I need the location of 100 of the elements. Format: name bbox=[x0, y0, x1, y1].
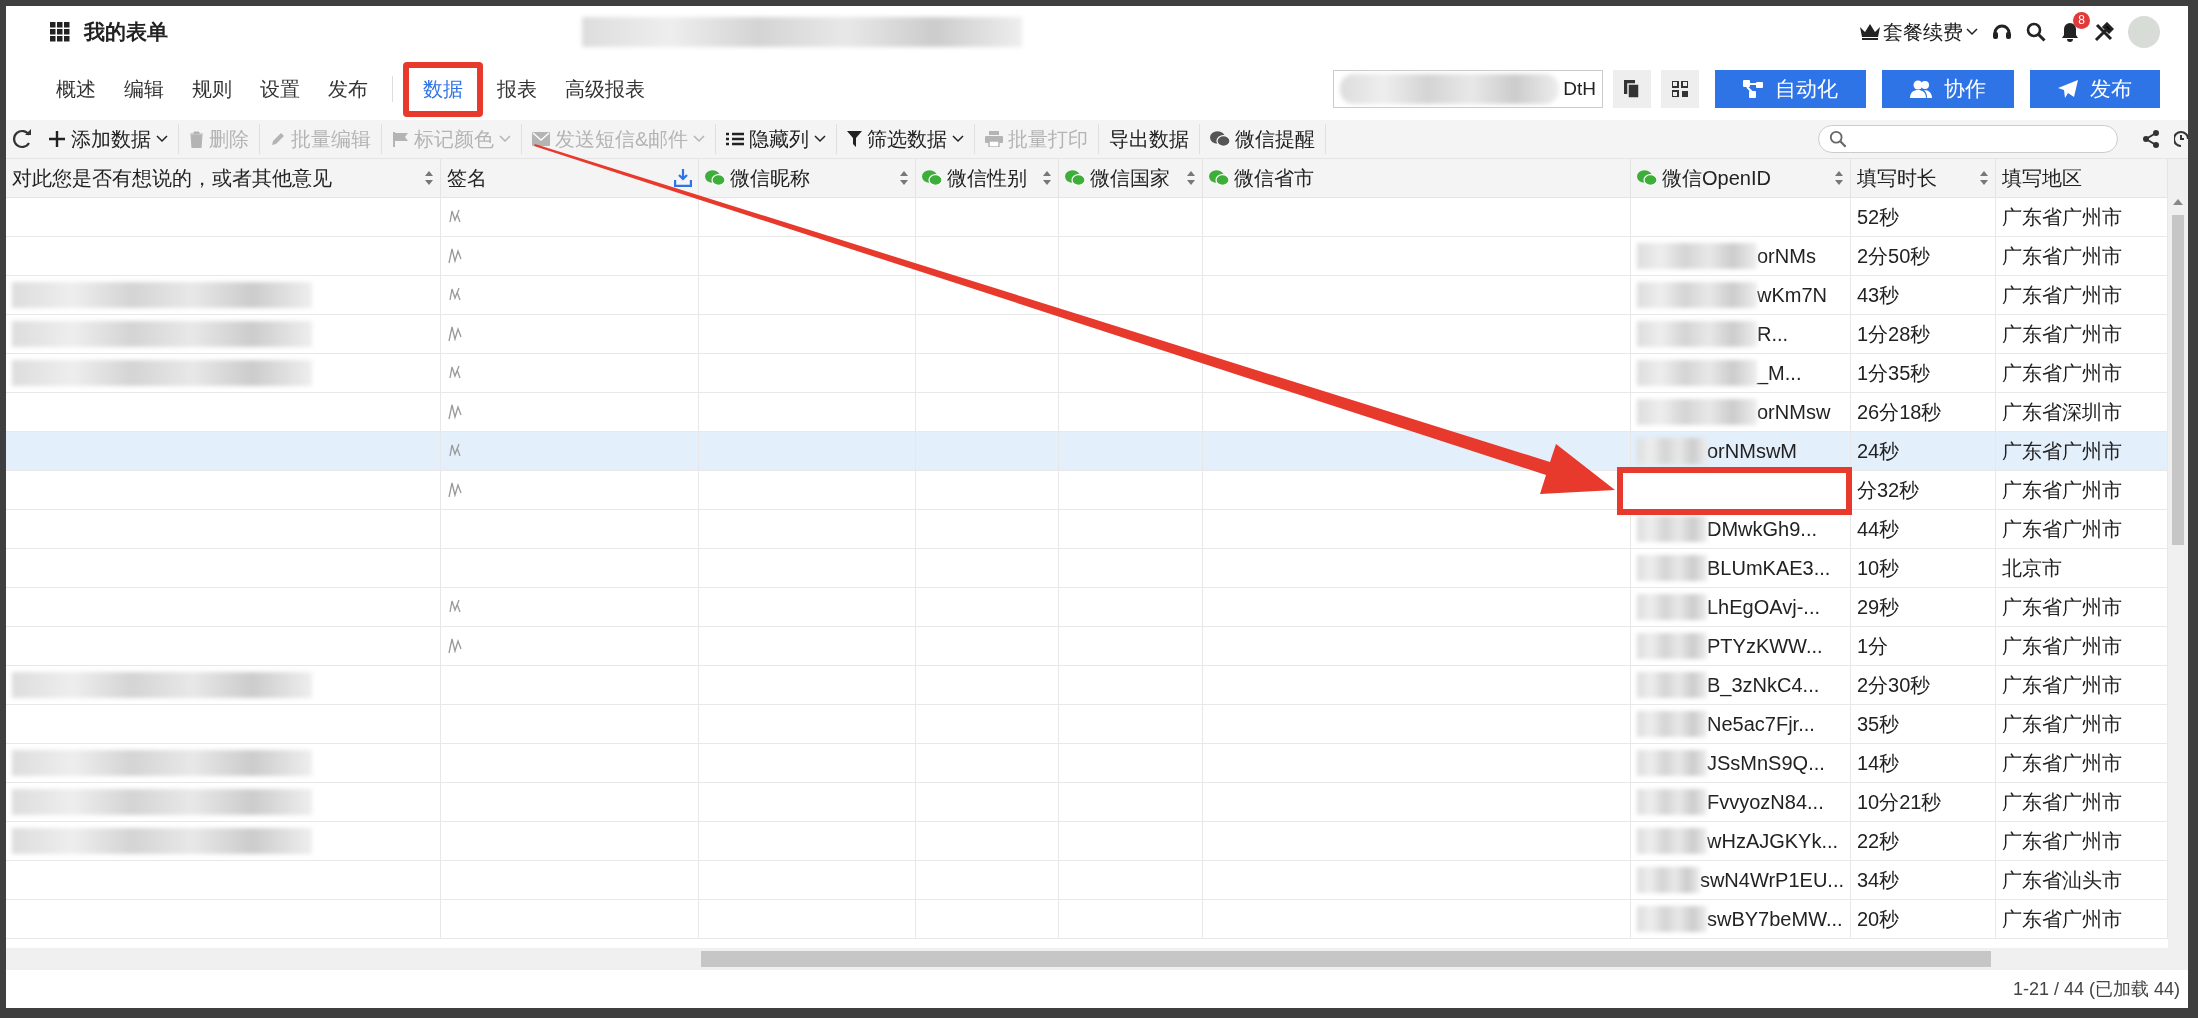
refresh-icon[interactable] bbox=[12, 129, 34, 149]
table-cell-text: 广东省广州市 bbox=[2002, 906, 2122, 932]
share-icon[interactable] bbox=[2142, 130, 2160, 148]
qr-code-icon bbox=[1672, 81, 1688, 97]
table-cell: LhEgOAvj-... bbox=[1707, 595, 1821, 619]
table-cell-text: 广东省深圳市 bbox=[2002, 399, 2122, 425]
blur-redaction bbox=[1637, 867, 1700, 893]
table-cell-text: 14秒 bbox=[1857, 750, 1900, 776]
table-cell: B_3zNkC4... bbox=[1707, 673, 1820, 697]
form-title: 我的表单 bbox=[84, 19, 168, 45]
column-header[interactable]: 微信省市 bbox=[1203, 159, 1631, 197]
blur-redaction bbox=[1637, 711, 1707, 737]
nav-tab[interactable]: 编辑 bbox=[110, 69, 178, 109]
sort-icon[interactable] bbox=[1979, 171, 1989, 185]
scrollbar-thumb[interactable] bbox=[2172, 215, 2184, 545]
table-row[interactable]: wKm7N 43秒 广东省广州市 bbox=[6, 276, 2168, 315]
blur-redaction bbox=[1637, 789, 1707, 815]
action-button[interactable]: 自动化 bbox=[1715, 70, 1866, 108]
table-cell-text: 广东省广州市 bbox=[2002, 828, 2122, 854]
action-button[interactable]: 发布 bbox=[2030, 70, 2160, 108]
scroll-up-icon[interactable] bbox=[2173, 199, 2183, 205]
column-header[interactable]: 微信OpenID bbox=[1631, 159, 1851, 197]
tools-icon[interactable] bbox=[2094, 22, 2114, 42]
table-row[interactable]: B_3zNkC4... 2分30秒 广东省广州市 bbox=[6, 666, 2168, 705]
sort-icon[interactable] bbox=[1186, 171, 1196, 185]
action-button[interactable]: 协作 bbox=[1882, 70, 2014, 108]
table-cell: PTYzKWW... bbox=[1707, 634, 1823, 658]
sort-icon[interactable] bbox=[899, 171, 909, 185]
table-cell-text: 1分35秒 bbox=[1857, 360, 1931, 386]
table-row[interactable]: Ne5ac7Fjr... 35秒 广东省广州市 bbox=[6, 705, 2168, 744]
field-value: DtH bbox=[1563, 78, 1596, 100]
table-row[interactable]: DMwkGh9... 44秒 广东省广州市 bbox=[6, 510, 2168, 549]
wechat-icon bbox=[1209, 170, 1229, 186]
table-cell-text: 广东省广州市 bbox=[2002, 750, 2122, 776]
chevron-icon bbox=[1966, 28, 1978, 36]
sort-icon[interactable] bbox=[1834, 171, 1844, 185]
nav-tab[interactable]: 发布 bbox=[314, 69, 382, 109]
nav-tab[interactable]: 设置 bbox=[246, 69, 314, 109]
table-row[interactable]: PTYzKWW... 1分 广东省广州市 bbox=[6, 627, 2168, 666]
table-cell: FvvyozN84... bbox=[1707, 790, 1824, 814]
table-row[interactable]: wHzAJGKYk... 22秒 广东省广州市 bbox=[6, 822, 2168, 861]
table-cell-text: 10分21秒 bbox=[1857, 789, 1942, 815]
table-row[interactable]: swN4WrP1EU... 34秒 广东省汕头市 bbox=[6, 861, 2168, 900]
nav-tab[interactable]: 规则 bbox=[178, 69, 246, 109]
table-cell: _M... bbox=[1757, 361, 1802, 385]
nav-tab[interactable]: 数据 bbox=[409, 69, 477, 109]
table-row[interactable]: orNMswM 24秒 广东省广州市 bbox=[6, 432, 2168, 471]
table-cell-text: 2分30秒 bbox=[1857, 672, 1931, 698]
renew-link[interactable]: 套餐续费 bbox=[1860, 18, 1978, 46]
blur-redaction bbox=[1637, 906, 1707, 932]
toolbar-button[interactable]: 筛选数据 bbox=[837, 124, 976, 154]
table-row[interactable]: BLUmKAE3... 10秒 北京市 bbox=[6, 549, 2168, 588]
copy-button[interactable] bbox=[1613, 70, 1651, 108]
table-row[interactable]: R... 1分28秒 广东省广州市 bbox=[6, 315, 2168, 354]
table-row[interactable]: swBY7beMW... 20秒 广东省广州市 bbox=[6, 900, 2168, 939]
history-icon[interactable] bbox=[2174, 130, 2188, 148]
toolbar-button[interactable]: 微信提醒 bbox=[1200, 124, 1327, 154]
nav-tab[interactable]: 高级报表 bbox=[551, 69, 659, 109]
nav-tab[interactable]: 报表 bbox=[483, 69, 551, 109]
column-header[interactable]: 填写时长 bbox=[1851, 159, 1996, 197]
download-icon[interactable] bbox=[674, 169, 692, 187]
table-cell: wHzAJGKYk... bbox=[1707, 829, 1839, 853]
table-cell-text: 广东省广州市 bbox=[2002, 711, 2122, 737]
table-cell-text: 广东省广州市 bbox=[2002, 321, 2122, 347]
table-row[interactable]: JSsMnS9Q... 14秒 广东省广州市 bbox=[6, 744, 2168, 783]
toolbar-button[interactable]: 添加数据 bbox=[38, 124, 179, 154]
table-cell-text: 广东省广州市 bbox=[2002, 438, 2122, 464]
table-cell: orNMs bbox=[1757, 244, 1816, 268]
scrollbar-thumb[interactable] bbox=[701, 951, 1991, 967]
column-header[interactable]: 微信昵称 bbox=[699, 159, 916, 197]
link-field[interactable]: DtH bbox=[1333, 70, 1603, 108]
table-cell-text: 22秒 bbox=[1857, 828, 1900, 854]
table-cell: wKm7N bbox=[1757, 283, 1827, 307]
table-cell: swBY7beMW... bbox=[1707, 907, 1843, 931]
pencil-icon bbox=[270, 131, 286, 147]
column-header[interactable]: 微信国家 bbox=[1059, 159, 1203, 197]
qr-code-button[interactable] bbox=[1661, 70, 1699, 108]
table-row[interactable]: FvvyozN84... 10分21秒 广东省广州市 bbox=[6, 783, 2168, 822]
column-header[interactable]: 微信性别 bbox=[916, 159, 1059, 197]
sort-icon[interactable] bbox=[424, 171, 434, 185]
column-header[interactable]: 对此您是否有想说的，或者其他意见 bbox=[6, 159, 441, 197]
sort-icon[interactable] bbox=[1042, 171, 1052, 185]
table-cell-text: 1分 bbox=[1857, 633, 1889, 659]
search-icon[interactable] bbox=[2026, 22, 2046, 42]
table-row[interactable]: _M... 1分35秒 广东省广州市 bbox=[6, 354, 2168, 393]
wechat-icon bbox=[1065, 170, 1085, 186]
pagination-status: 1-21 / 44 (已加载 44) bbox=[2012, 978, 2180, 1001]
toolbar-button[interactable]: 隐藏列 bbox=[716, 124, 838, 154]
table-cell-text: 广东省广州市 bbox=[2002, 516, 2122, 542]
table-row[interactable]: LhEgOAvj-... 29秒 广东省广州市 bbox=[6, 588, 2168, 627]
copy-icon bbox=[1624, 80, 1640, 98]
nav-tab[interactable]: 概述 bbox=[42, 69, 110, 109]
plus-icon bbox=[48, 130, 66, 148]
notification-badge: 8 bbox=[2073, 12, 2090, 29]
headset-icon[interactable] bbox=[1992, 22, 2012, 42]
search-field[interactable] bbox=[1818, 125, 2118, 153]
apps-grid-icon[interactable] bbox=[50, 22, 70, 42]
bell-icon[interactable] bbox=[2060, 22, 2080, 42]
toolbar-button[interactable]: 导出数据 bbox=[1099, 124, 1201, 154]
table-cell-text: 广东省广州市 bbox=[2002, 204, 2122, 230]
